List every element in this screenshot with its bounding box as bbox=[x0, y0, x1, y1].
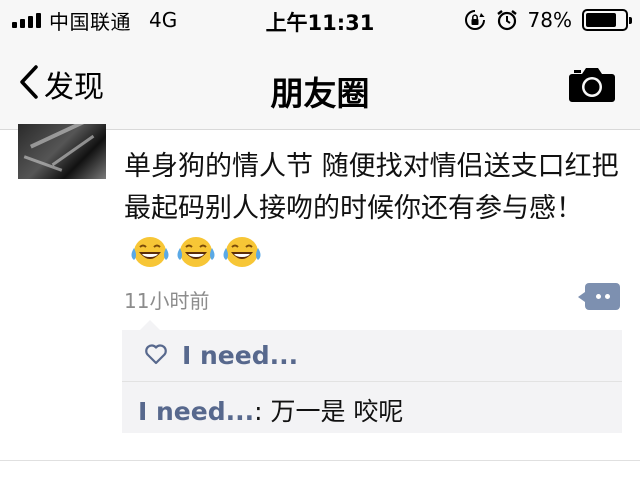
rotation-lock-icon bbox=[464, 9, 486, 31]
battery-percent: 78% bbox=[527, 8, 572, 32]
avatar[interactable] bbox=[18, 124, 106, 179]
nav-bar: 发现 朋友圈 bbox=[0, 40, 640, 130]
heart-icon bbox=[144, 343, 168, 369]
comment-author[interactable]: I need... bbox=[138, 397, 254, 426]
more-dots-icon bbox=[595, 294, 601, 299]
likes-row: I need... bbox=[122, 330, 622, 382]
likes-comments-panel: I need... I need...: 万一是 咬呢 bbox=[122, 320, 622, 433]
battery-icon bbox=[582, 9, 632, 31]
divider bbox=[0, 460, 640, 461]
status-right: 78% bbox=[464, 7, 632, 33]
comment-text: 万一是 咬呢 bbox=[270, 397, 404, 426]
comment-separator: : bbox=[254, 397, 271, 426]
like-user-name[interactable]: I need... bbox=[182, 341, 298, 370]
tears-of-joy-emoji-icon bbox=[177, 236, 215, 267]
comment-item[interactable]: I need...: 万一是 咬呢 bbox=[138, 392, 403, 428]
post-content: 单身狗的情人节 随便找对情侣送支口红把 最起码别人接吻的时候你还有参与感！ bbox=[124, 151, 619, 224]
post-timestamp: 11小时前 bbox=[124, 289, 210, 313]
alarm-icon bbox=[496, 9, 518, 31]
comment-menu-button[interactable] bbox=[578, 283, 620, 310]
camera-icon bbox=[569, 68, 615, 102]
tears-of-joy-emoji-icon bbox=[223, 236, 261, 267]
status-bar: 中国联通 4G 上午11:31 78% bbox=[0, 0, 640, 40]
battery-level bbox=[586, 13, 616, 27]
camera-button[interactable] bbox=[568, 64, 616, 104]
post-text: 单身狗的情人节 随便找对情侣送支口红把 最起码别人接吻的时候你还有参与感！ bbox=[124, 146, 624, 272]
page-title: 朋友圈 bbox=[270, 74, 370, 113]
emoji-group bbox=[130, 234, 262, 270]
tears-of-joy-emoji-icon bbox=[131, 236, 169, 267]
